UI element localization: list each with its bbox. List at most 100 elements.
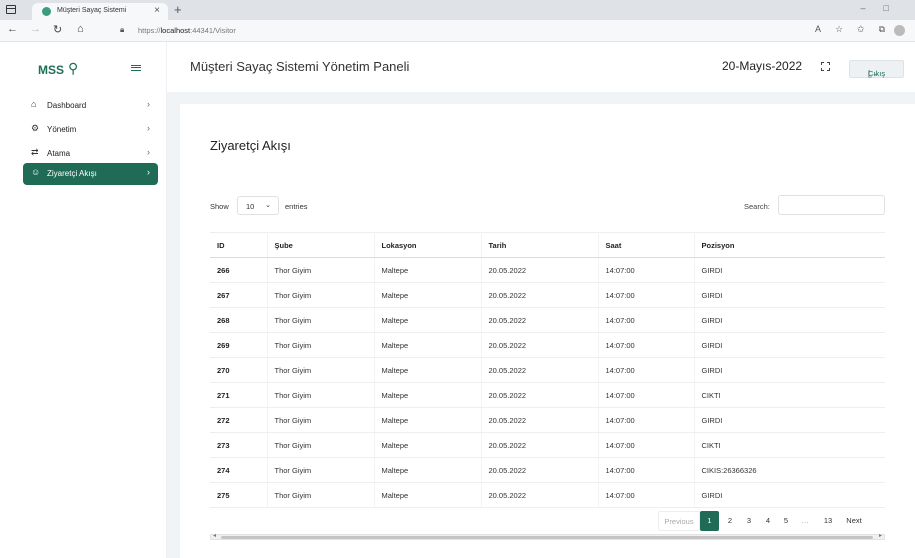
horizontal-scrollbar[interactable]: ◂ ▸: [210, 532, 885, 540]
table-cell: 20.05.2022: [481, 482, 599, 508]
table-cell: 14:07:00: [598, 257, 695, 283]
new-tab-icon[interactable]: +: [174, 2, 182, 17]
table-cell: 269: [210, 332, 268, 358]
table-header-row: ID Şube Lokasyon Tarih Saat Pozisyon: [210, 232, 885, 258]
table-cell: GIRDI: [694, 332, 885, 358]
table-cell: 268: [210, 307, 268, 333]
table-cell: Thor Giyim: [267, 432, 375, 458]
table-cell: CIKTI: [694, 382, 885, 408]
pagination-previous[interactable]: Previous: [658, 511, 700, 531]
scrollbar-thumb[interactable]: [221, 536, 873, 539]
table-cell: GIRDI: [694, 407, 885, 433]
profile-avatar[interactable]: [894, 25, 905, 36]
sidebar-item-atama[interactable]: ⇄ Atama ›: [23, 143, 158, 165]
page-length-select[interactable]: 10 ⌄: [237, 196, 279, 215]
table-cell: Maltepe: [374, 307, 482, 333]
table-row[interactable]: 270 Thor Giyim Maltepe 20.05.2022 14:07:00 GI…: [210, 357, 885, 383]
table-cell: Thor Giyim: [267, 357, 375, 383]
logout-button[interactable]: [→ Çıkış: [849, 60, 904, 78]
sidebar-item-ziyaretci-akisi[interactable]: ☺ Ziyaretçi Akışı ›: [23, 163, 158, 185]
table-cell: Thor Giyim: [267, 332, 375, 358]
table-cell: GIRDI: [694, 357, 885, 383]
address-bar[interactable]: 🔒︎ https://localhost:44341/Visitor: [116, 23, 672, 39]
table-cell: 14:07:00: [598, 457, 695, 483]
pagination-page-1[interactable]: 1: [700, 511, 719, 531]
entries-label: entries: [285, 202, 308, 211]
window-controls[interactable]: –□: [861, 3, 907, 13]
table-row[interactable]: 266 Thor Giyim Maltepe 20.05.2022 14:07:00 GI…: [210, 257, 885, 283]
table-cell: 275: [210, 482, 268, 508]
table-row[interactable]: 269 Thor Giyim Maltepe 20.05.2022 14:07:00 GI…: [210, 332, 885, 358]
table-cell: 272: [210, 407, 268, 433]
browser-action-icons[interactable]: A☆✩⧉: [815, 24, 899, 35]
forward-icon[interactable]: →: [30, 23, 41, 35]
column-header-pozisyon[interactable]: Pozisyon: [694, 232, 885, 258]
current-date: 20-Mayıs-2022: [722, 59, 803, 73]
gear-icon: ⚙: [31, 123, 40, 133]
table-cell: 14:07:00: [598, 432, 695, 458]
table-cell: Maltepe: [374, 457, 482, 483]
search-label: Search:: [744, 202, 770, 211]
lock-icon: 🔒︎: [120, 25, 125, 34]
table-row[interactable]: 271 Thor Giyim Maltepe 20.05.2022 14:07:00 CI…: [210, 382, 885, 408]
pagination-page-3[interactable]: 3: [742, 511, 756, 531]
pagination-ellipsis: …: [801, 516, 809, 525]
table-cell: 14:07:00: [598, 282, 695, 308]
logo-figure-icon: ⚲: [68, 60, 79, 76]
sidebar: MSS ⚲ ⌂ Dashboard › ⚙ Yönetim › ⇄ Atama …: [0, 42, 167, 558]
table-cell: GIRDI: [694, 282, 885, 308]
table-cell: 14:07:00: [598, 382, 695, 408]
table-cell: 14:07:00: [598, 307, 695, 333]
home-icon: ⌂: [31, 99, 37, 109]
table-row[interactable]: 274 Thor Giyim Maltepe 20.05.2022 14:07:00 CI…: [210, 457, 885, 483]
chevron-down-icon: ⌄: [265, 202, 271, 209]
table-cell: 20.05.2022: [481, 407, 599, 433]
table-row[interactable]: 273 Thor Giyim Maltepe 20.05.2022 14:07:00 CI…: [210, 432, 885, 458]
scroll-left-icon[interactable]: ◂: [213, 532, 216, 539]
chevron-right-icon: ›: [147, 99, 150, 109]
column-header-lokasyon[interactable]: Lokasyon: [374, 232, 482, 258]
scroll-right-icon[interactable]: ▸: [879, 532, 882, 539]
pagination-page-4[interactable]: 4: [761, 511, 775, 531]
pagination-page-5[interactable]: 5: [779, 511, 793, 531]
favicon-icon: [42, 7, 51, 16]
table-cell: 20.05.2022: [481, 432, 599, 458]
browser-tab[interactable]: Müşteri Sayaç Sistemi ×: [32, 3, 168, 20]
pagination-next[interactable]: Next: [842, 511, 866, 531]
table-cell: 20.05.2022: [481, 332, 599, 358]
table-cell: Maltepe: [374, 282, 482, 308]
table-row[interactable]: 275 Thor Giyim Maltepe 20.05.2022 14:07:00 GI…: [210, 482, 885, 508]
window-menu-icon[interactable]: [6, 5, 16, 14]
pagination-page-13[interactable]: 13: [820, 511, 836, 531]
reload-icon[interactable]: ↻: [53, 23, 62, 36]
pagination-page-2[interactable]: 2: [723, 511, 737, 531]
table-cell: Thor Giyim: [267, 382, 375, 408]
table-cell: Thor Giyim: [267, 407, 375, 433]
column-header-id[interactable]: ID: [210, 232, 268, 258]
home-browser-icon[interactable]: ⌂: [77, 23, 84, 35]
menu-toggle-icon[interactable]: [131, 65, 141, 71]
table-cell: 270: [210, 357, 268, 383]
brand-logo: MSS: [38, 63, 65, 77]
close-tab-icon[interactable]: ×: [154, 5, 160, 16]
back-icon[interactable]: ←: [7, 23, 18, 35]
column-header-tarih[interactable]: Tarih: [481, 232, 599, 258]
card-title: Ziyaretçi Akışı: [210, 138, 291, 153]
column-header-saat[interactable]: Saat: [598, 232, 695, 258]
table-cell: Thor Giyim: [267, 257, 375, 283]
table-cell: Maltepe: [374, 482, 482, 508]
table-cell: CIKTI: [694, 432, 885, 458]
table-row[interactable]: 268 Thor Giyim Maltepe 20.05.2022 14:07:00 GI…: [210, 307, 885, 333]
table-cell: Maltepe: [374, 382, 482, 408]
search-input[interactable]: [778, 195, 885, 215]
table-row[interactable]: 267 Thor Giyim Maltepe 20.05.2022 14:07:00 GI…: [210, 282, 885, 308]
fullscreen-icon[interactable]: [821, 62, 830, 71]
chevron-right-icon: ›: [147, 147, 150, 157]
visitor-table: ID Şube Lokasyon Tarih Saat Pozisyon 266…: [210, 232, 885, 508]
column-header-sube[interactable]: Şube: [267, 232, 375, 258]
table-cell: 14:07:00: [598, 357, 695, 383]
table-cell: 20.05.2022: [481, 257, 599, 283]
sidebar-item-yonetim[interactable]: ⚙ Yönetim ›: [23, 119, 158, 141]
sidebar-item-dashboard[interactable]: ⌂ Dashboard ›: [23, 95, 158, 117]
table-row[interactable]: 272 Thor Giyim Maltepe 20.05.2022 14:07:00 GI…: [210, 407, 885, 433]
